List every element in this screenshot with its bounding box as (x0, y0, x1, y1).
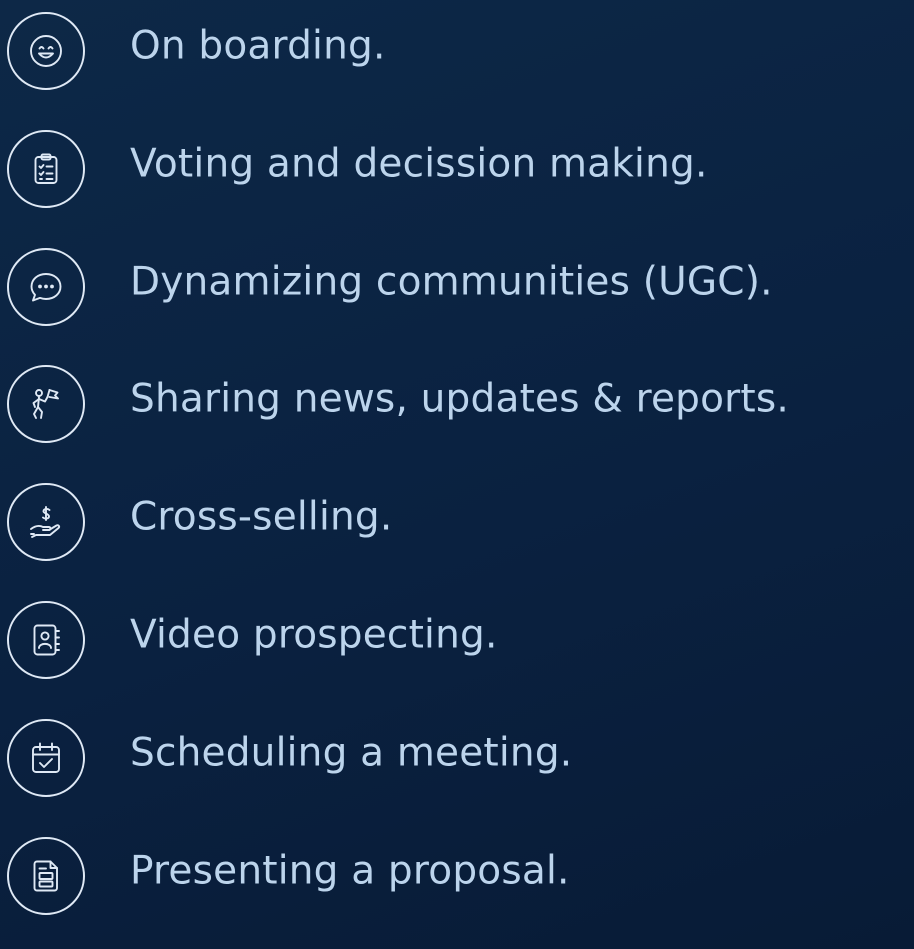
list-item-label: Video prospecting. (130, 612, 498, 658)
list-item-video-prospecting: Video prospecting. (0, 593, 914, 679)
list-item-label: Dynamizing communities (UGC). (130, 259, 773, 305)
smiley-face-icon (7, 12, 85, 90)
person-with-flag-icon (7, 365, 85, 443)
list-item-voting: Voting and decission making. (0, 122, 914, 208)
hand-dollar-icon (7, 483, 85, 561)
list-item-sharing-news: Sharing news, updates & reports. (0, 357, 914, 443)
list-item-proposal: Presenting a proposal. (0, 829, 914, 915)
list-item-cross-selling: Cross-selling. (0, 475, 914, 561)
contact-book-icon (7, 601, 85, 679)
list-item-communities: Dynamizing communities (UGC). (0, 240, 914, 326)
list-item-label: Voting and decission making. (130, 141, 708, 187)
list-item-scheduling: Scheduling a meeting. (0, 711, 914, 797)
list-item-label: Presenting a proposal. (130, 848, 570, 894)
calendar-check-icon (7, 719, 85, 797)
list-item-label: Cross-selling. (130, 494, 393, 540)
list-item-label: Sharing news, updates & reports. (130, 376, 790, 422)
list-item-label: On boarding. (130, 23, 386, 69)
list-item-onboarding: On boarding. (0, 4, 914, 90)
document-icon (7, 837, 85, 915)
clipboard-checklist-icon (7, 130, 85, 208)
chat-bubble-icon (7, 248, 85, 326)
list-item-label: Scheduling a meeting. (130, 730, 573, 776)
use-case-list: On boarding. Voting and decission making… (0, 0, 914, 949)
